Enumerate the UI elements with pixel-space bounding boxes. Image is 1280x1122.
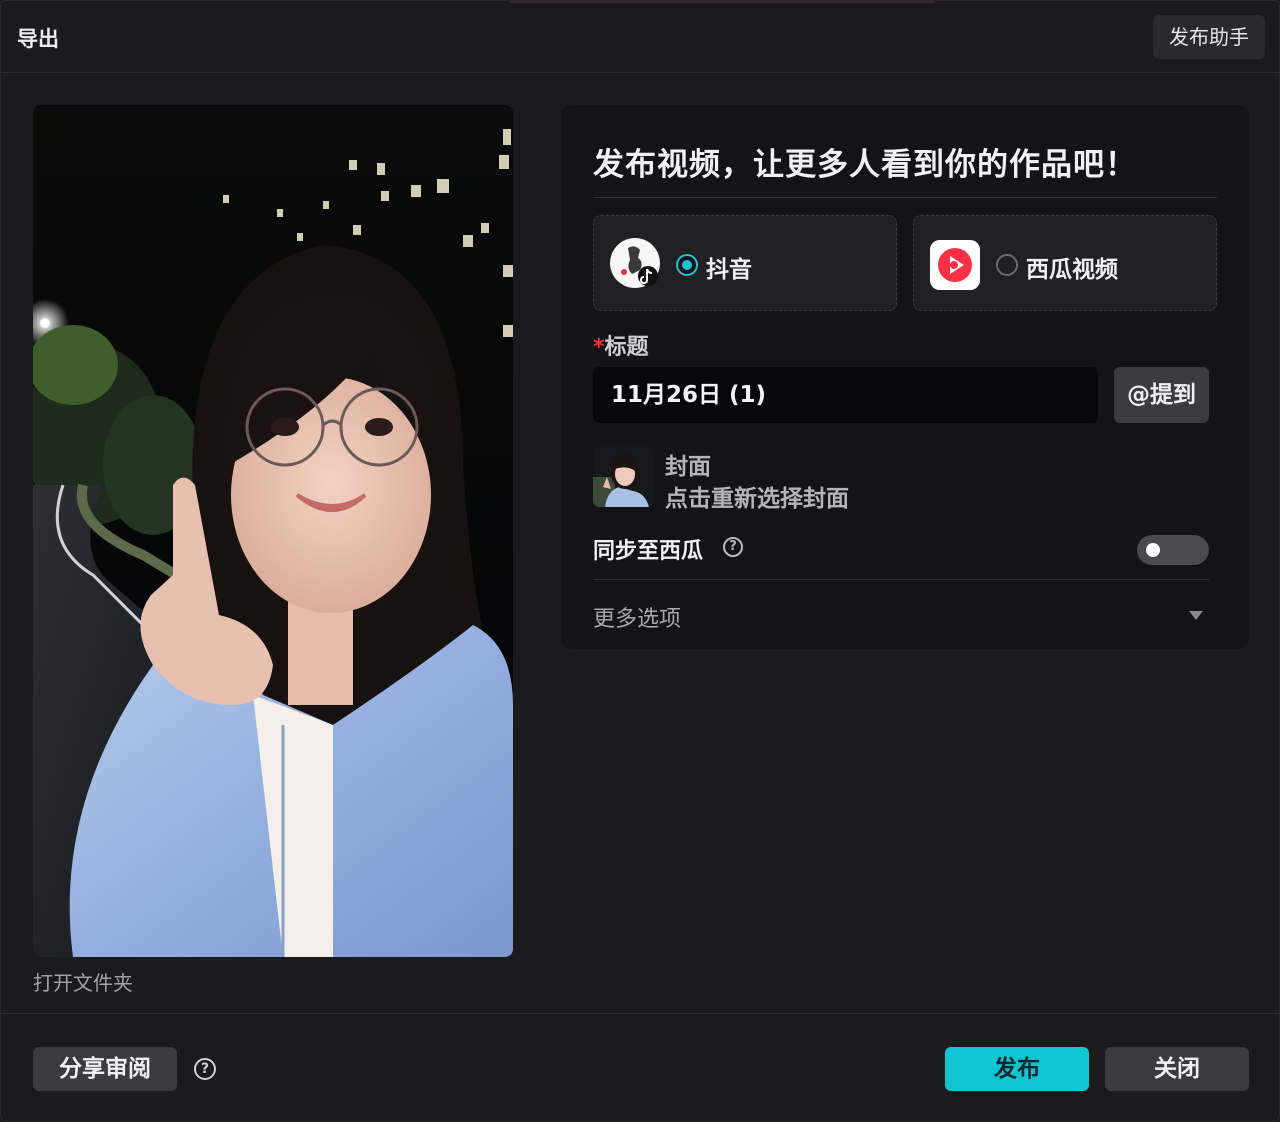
- share-review-button[interactable]: 分享审阅: [33, 1047, 177, 1091]
- sync-xigua-toggle[interactable]: [1137, 535, 1209, 565]
- xigua-label: 西瓜视频: [1026, 257, 1118, 283]
- more-options-toggle[interactable]: 更多选项: [593, 601, 681, 633]
- heading-divider: [593, 197, 1217, 198]
- sync-xigua-label: 同步至西瓜: [593, 539, 704, 564]
- dialog-header: 导出 发布助手: [1, 1, 1280, 73]
- publish-assistant-button[interactable]: 发布助手: [1153, 15, 1265, 59]
- cover-reselect-link[interactable]: 点击重新选择封面: [665, 479, 849, 513]
- title-label-text: 标题: [604, 335, 649, 360]
- platform-card-xigua[interactable]: 西瓜视频: [913, 215, 1217, 311]
- platform-card-douyin[interactable]: 抖音: [593, 215, 897, 311]
- video-preview: [33, 105, 513, 957]
- title-input[interactable]: 11月26日 (1): [593, 367, 1098, 423]
- export-dialog: 导出 发布助手 打开文件夹 发布视频，让更多人看到你的作品吧！ 抖音 西瓜视频 …: [0, 0, 1280, 1122]
- publish-button[interactable]: 发布: [945, 1047, 1089, 1091]
- open-folder-link[interactable]: 打开文件夹: [33, 967, 133, 996]
- required-mark: *: [593, 335, 605, 360]
- close-button[interactable]: 关闭: [1105, 1047, 1249, 1091]
- chevron-down-icon[interactable]: [1189, 611, 1203, 620]
- title-label: *标题: [593, 329, 649, 361]
- sync-divider: [593, 579, 1209, 580]
- douyin-avatar-icon: [610, 238, 660, 288]
- cover-thumbnail[interactable]: [593, 447, 653, 507]
- video-preview-image: [33, 105, 513, 957]
- share-help-icon[interactable]: ?: [194, 1058, 216, 1080]
- xigua-radio[interactable]: [996, 254, 1018, 276]
- footer-divider: [1, 1013, 1280, 1014]
- cover-title: 封面: [665, 454, 711, 480]
- douyin-radio[interactable]: [676, 254, 698, 276]
- dialog-title: 导出: [17, 27, 59, 51]
- xigua-logo-icon: [930, 240, 980, 290]
- publish-panel: 发布视频，让更多人看到你的作品吧！ 抖音 西瓜视频 *标题 11月26日 (1)…: [561, 105, 1249, 649]
- mention-button[interactable]: @提到: [1114, 367, 1209, 423]
- panel-heading: 发布视频，让更多人看到你的作品吧！: [593, 147, 1137, 183]
- toggle-knob: [1146, 543, 1160, 557]
- douyin-label: 抖音: [706, 257, 752, 283]
- sync-help-icon[interactable]: ?: [723, 537, 743, 557]
